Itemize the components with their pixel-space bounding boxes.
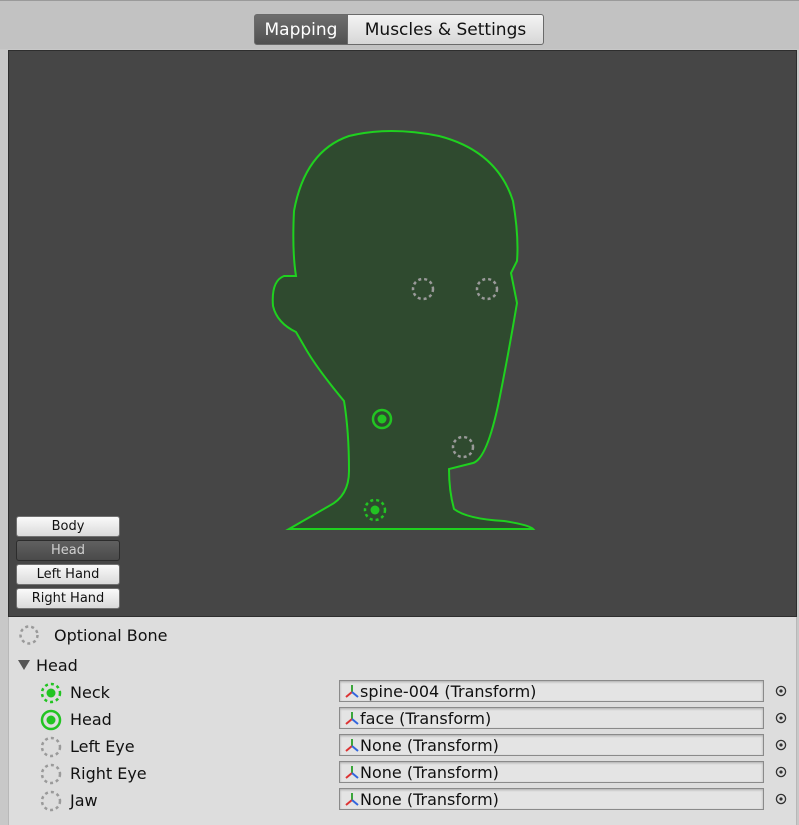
object-picker-icon[interactable] [775,739,787,751]
tab-bar: Mapping Muscles & Settings [0,0,799,49]
bone-name: Left Eye [70,737,135,756]
bone-row-jaw: Jaw None (Transform) [9,787,798,814]
head-silhouette [271,130,536,530]
bone-row-neck: Neck spine-004 (Transform) [9,679,798,706]
bone-neck-status-icon [40,682,62,704]
bone-name: Head [70,710,112,729]
right-hand-button[interactable]: Right Hand [16,588,120,609]
foldout-label: Head [36,655,78,675]
object-picker-icon[interactable] [775,793,787,805]
object-picker-icon[interactable] [775,685,787,697]
body-button[interactable]: Body [16,516,120,537]
body-part-selector: Body Head Left Hand Right Hand [16,516,120,609]
legend: Optional Bone [18,624,167,646]
bone-row-right-eye: Right Eye None (Transform) [9,760,798,787]
object-picker-icon[interactable] [775,766,787,778]
bone-name: Right Eye [70,764,147,783]
bone-mapping-panel: Optional Bone Head Neck spine-004 (Trans… [8,617,797,825]
bone-row-left-eye: Left Eye None (Transform) [9,733,798,760]
transform-field[interactable]: spine-004 (Transform) [339,680,764,702]
transform-value: None (Transform) [360,735,499,755]
bone-head-status-icon [40,709,62,731]
object-picker-icon[interactable] [775,712,787,724]
head-foldout[interactable]: Head [18,655,78,675]
bone-row-head: Head face (Transform) [9,706,798,733]
head-preview [271,130,536,530]
transform-icon [345,793,359,806]
transform-icon [345,766,359,779]
left-hand-button[interactable]: Left Hand [16,564,120,585]
head-button[interactable]: Head [16,540,120,561]
transform-value: None (Transform) [360,789,499,809]
transform-value: None (Transform) [360,762,499,782]
bone-left-eye-status-icon [40,736,62,758]
transform-value: spine-004 (Transform) [360,681,537,701]
foldout-arrow-icon[interactable] [18,660,30,670]
bone-right-eye-status-icon [40,763,62,785]
transform-field[interactable]: None (Transform) [339,734,764,756]
transform-icon [345,685,359,698]
tab-group: Mapping Muscles & Settings [254,14,544,45]
bone-name: Jaw [70,791,98,810]
tab-muscles-settings[interactable]: Muscles & Settings [348,14,544,45]
tab-mapping[interactable]: Mapping [254,14,348,45]
bone-name: Neck [70,683,110,702]
transform-field[interactable]: None (Transform) [339,761,764,783]
legend-label: Optional Bone [54,625,168,645]
avatar-viewport: Body Head Left Hand Right Hand [8,50,797,617]
transform-field[interactable]: face (Transform) [339,707,764,729]
transform-icon [345,712,359,725]
bone-jaw-status-icon [40,790,62,812]
transform-value: face (Transform) [360,708,492,728]
transform-field[interactable]: None (Transform) [339,788,764,810]
optional-bone-icon [19,625,39,645]
transform-icon [345,739,359,752]
